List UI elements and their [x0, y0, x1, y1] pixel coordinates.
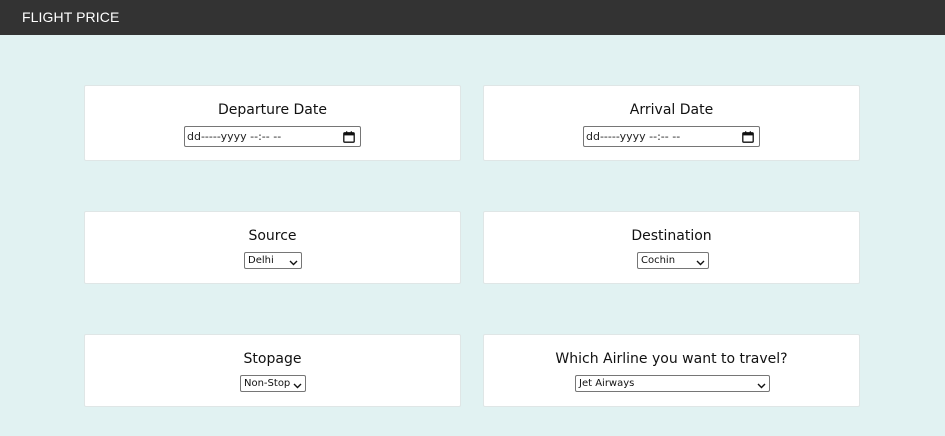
calendar-icon[interactable]: [742, 130, 754, 143]
departure-date-card: Departure Date dd-----yyyy --:-- --: [84, 85, 461, 161]
source-selected-value: Delhi: [248, 255, 274, 266]
airline-select[interactable]: Jet Airways: [575, 375, 770, 392]
departure-date-input[interactable]: dd-----yyyy --:-- --: [184, 126, 361, 147]
arrival-date-label: Arrival Date: [629, 102, 714, 118]
arrival-date-placeholder: dd-----yyyy --:-- --: [586, 130, 681, 143]
stopage-select[interactable]: Non-Stop: [240, 375, 306, 392]
arrival-date-input[interactable]: dd-----yyyy --:-- --: [583, 126, 760, 147]
app-title[interactable]: FLIGHT PRICE: [22, 9, 119, 25]
airline-card: Which Airline you want to travel? Jet Ai…: [483, 334, 860, 407]
stopage-selected-value: Non-Stop: [244, 378, 291, 389]
chevron-down-icon: [757, 381, 766, 388]
chevron-down-icon: [696, 258, 705, 265]
departure-date-label: Departure Date: [218, 102, 327, 118]
arrival-date-card: Arrival Date dd-----yyyy --:-- --: [483, 85, 860, 161]
calendar-icon[interactable]: [343, 130, 355, 143]
airline-selected-value: Jet Airways: [579, 378, 635, 389]
destination-select[interactable]: Cochin: [637, 252, 709, 269]
source-select[interactable]: Delhi: [244, 252, 302, 269]
source-label: Source: [248, 228, 297, 244]
top-navbar: FLIGHT PRICE: [0, 0, 945, 35]
stopage-label: Stopage: [243, 351, 302, 367]
destination-selected-value: Cochin: [641, 255, 676, 266]
stopage-card: Stopage Non-Stop: [84, 334, 461, 407]
chevron-down-icon: [289, 258, 298, 265]
destination-card: Destination Cochin: [483, 211, 860, 284]
destination-label: Destination: [631, 228, 712, 244]
airline-label: Which Airline you want to travel?: [555, 351, 788, 367]
chevron-down-icon: [293, 381, 302, 388]
source-card: Source Delhi: [84, 211, 461, 284]
departure-date-placeholder: dd-----yyyy --:-- --: [187, 130, 282, 143]
